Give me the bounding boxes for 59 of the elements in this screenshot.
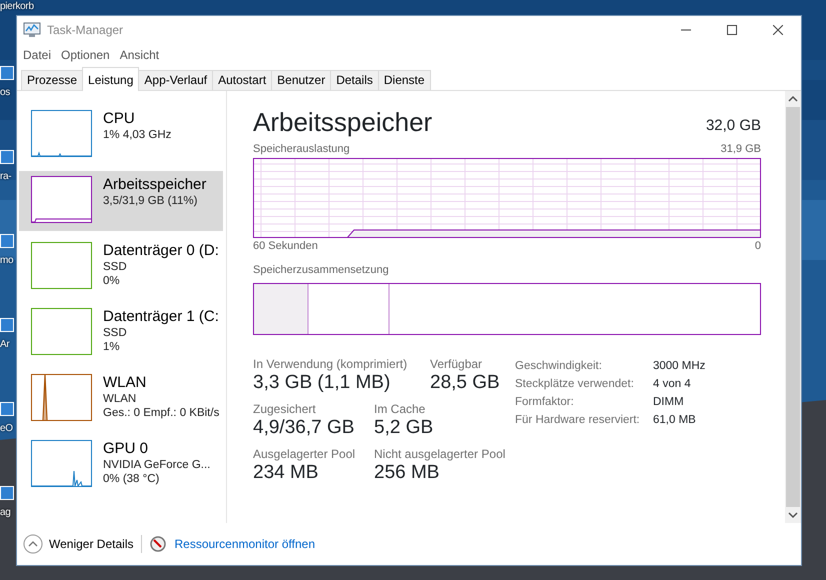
axis-label: 60 Sekunden bbox=[253, 238, 318, 254]
stat-label: Verfügbar bbox=[430, 356, 484, 370]
stat-label: Im Cache bbox=[374, 402, 426, 416]
desktop-icon-label[interactable]: ra- bbox=[0, 170, 12, 183]
stat-label: In Verwendung (komprimiert) bbox=[253, 356, 408, 370]
stat-value: 3,3 GB (1,1 MB) bbox=[253, 370, 392, 394]
scroll-thumb[interactable] bbox=[786, 107, 800, 507]
stat-value: 234 MB bbox=[253, 460, 320, 484]
close-icon bbox=[773, 25, 783, 35]
menu-item[interactable]: Ansicht bbox=[120, 46, 160, 64]
stat-value: 5,2 GB bbox=[374, 416, 434, 440]
desktop-icon-label[interactable]: Ar bbox=[0, 338, 10, 351]
stat-label: Zugesichert bbox=[253, 402, 317, 416]
desktop-icon-label[interactable]: ag bbox=[0, 506, 11, 519]
tab[interactable]: Dienste bbox=[378, 70, 431, 90]
axis-max-label: 31,9 GB bbox=[720, 142, 761, 157]
scrollbar[interactable] bbox=[785, 91, 801, 523]
property-label: Formfaktor: bbox=[515, 394, 574, 410]
sidebar-item[interactable]: Arbeitsspeicher 3,5/31,9 GB (11%) bbox=[19, 171, 223, 231]
total-memory: 32,0 GB bbox=[706, 116, 761, 136]
stat-label: Nicht ausgelagerter Pool bbox=[374, 446, 506, 460]
chevron-up-icon bbox=[23, 534, 43, 554]
sidebar-item[interactable]: WLAN WLAN Ges.: 0 Empf.: 0 KBit/s bbox=[19, 369, 223, 429]
section-title: Arbeitsspeicher bbox=[253, 107, 432, 137]
property-label: Geschwindigkeit: bbox=[515, 358, 602, 374]
property-value: DIMM bbox=[653, 394, 684, 410]
stat-value: 28,5 GB bbox=[430, 370, 500, 394]
graph-label: Speicherauslastung bbox=[253, 142, 350, 157]
menu-item[interactable]: Optionen bbox=[61, 46, 110, 64]
desktop-icon-label[interactable]: mo bbox=[0, 254, 14, 267]
property-label: Steckplätze verwendet: bbox=[515, 376, 634, 392]
desktop-icon-label[interactable]: eO bbox=[0, 422, 13, 435]
resource-monitor-link[interactable]: Ressourcenmonitor öffnen bbox=[174, 535, 316, 553]
fewer-details-button[interactable]: Weniger Details bbox=[23, 534, 134, 554]
window-title: Task-Manager bbox=[47, 22, 124, 39]
property-value: 3000 MHz bbox=[653, 358, 706, 374]
tab[interactable]: Benutzer bbox=[271, 70, 332, 90]
menu-item[interactable]: Datei bbox=[23, 46, 52, 64]
stat-value: 4,9/36,7 GB bbox=[253, 416, 356, 440]
tab[interactable]: Autostart bbox=[212, 70, 272, 90]
desktop-icon-label[interactable]: pierkorb bbox=[0, 0, 34, 13]
stat-value: 256 MB bbox=[374, 460, 440, 484]
stat-label: Ausgelagerter Pool bbox=[253, 446, 356, 460]
sidebar-item[interactable]: CPU 1% 4,03 GHz bbox=[19, 105, 223, 165]
graph-label: Speicherzusammensetzung bbox=[253, 263, 389, 278]
axis-label: 0 bbox=[754, 238, 761, 254]
monitor-icon bbox=[23, 22, 41, 38]
desktop-icon-label[interactable]: os bbox=[0, 86, 10, 99]
property-label: Für Hardware reserviert: bbox=[515, 412, 640, 428]
maximize-icon bbox=[727, 25, 737, 35]
property-value: 4 von 4 bbox=[653, 376, 691, 392]
tab[interactable]: Leistung bbox=[82, 67, 140, 91]
tab[interactable]: Details bbox=[330, 70, 379, 90]
tab[interactable]: Prozesse bbox=[21, 70, 84, 90]
sidebar-item[interactable]: GPU 0 NVIDIA GeForce G... 0% (38 °C) bbox=[19, 435, 223, 495]
sidebar-item[interactable]: Datenträger 1 (C: SSD 1% bbox=[19, 303, 223, 363]
tab[interactable]: App-Verlauf bbox=[138, 70, 214, 90]
sidebar-item[interactable]: Datenträger 0 (D: SSD 0% bbox=[19, 237, 223, 297]
property-value: 61,0 MB bbox=[653, 412, 696, 428]
